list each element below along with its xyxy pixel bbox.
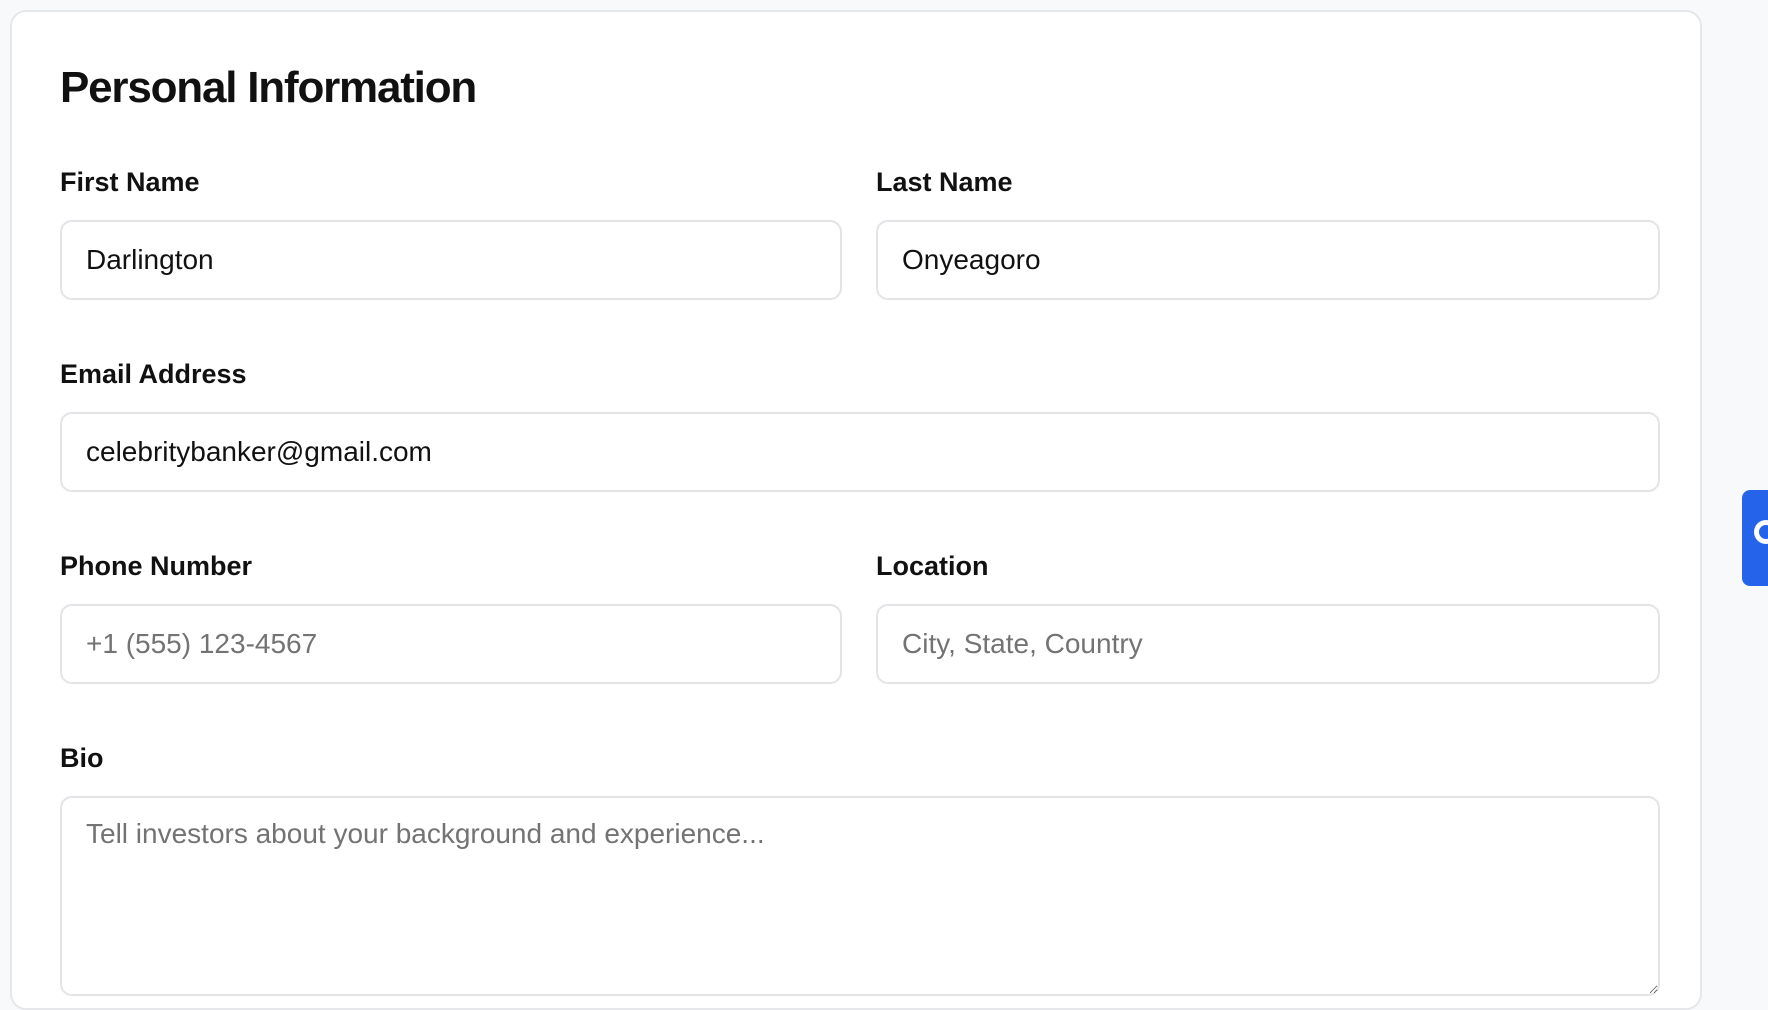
personal-information-card: Personal Information First Name Last Nam… (10, 10, 1702, 1010)
location-label: Location (876, 551, 989, 581)
side-chat-tab[interactable] (1742, 490, 1768, 586)
phone-number-label: Phone Number (60, 551, 253, 581)
section-title: Personal Information (60, 63, 477, 112)
email-input[interactable] (60, 412, 1660, 492)
email-address-label: Email Address (60, 359, 247, 389)
bio-label: Bio (60, 743, 104, 773)
chat-icon (1754, 520, 1768, 544)
first-name-label: First Name (60, 167, 200, 197)
bio-textarea[interactable] (60, 796, 1660, 996)
location-input[interactable] (876, 604, 1660, 684)
last-name-label: Last Name (876, 167, 1013, 197)
last-name-input[interactable] (876, 220, 1660, 300)
first-name-input[interactable] (60, 220, 842, 300)
phone-number-input[interactable] (60, 604, 842, 684)
